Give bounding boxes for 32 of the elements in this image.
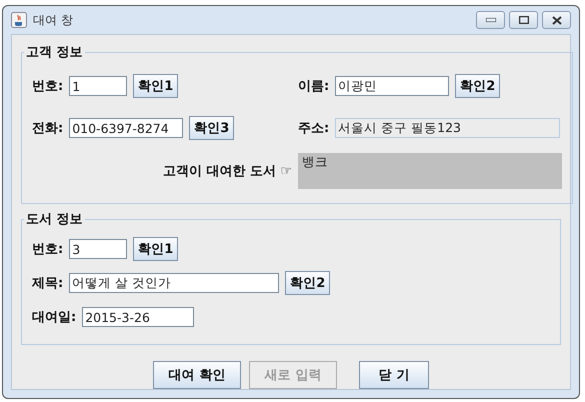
close-icon xyxy=(552,16,562,24)
close-button[interactable] xyxy=(542,11,571,29)
confirm-button[interactable]: 확인1 xyxy=(133,237,178,261)
field-label: 번호: xyxy=(32,78,64,95)
action-button[interactable]: 닫 기 xyxy=(359,361,429,389)
confirm-button[interactable]: 확인3 xyxy=(189,116,234,140)
field-label: 주소: xyxy=(298,120,330,137)
confirm-button[interactable]: 확인2 xyxy=(455,74,500,98)
java-cup-icon xyxy=(11,12,27,28)
window-title: 대여 창 xyxy=(33,12,73,28)
field-label: 이름: xyxy=(298,78,330,95)
confirm-button[interactable]: 확인1 xyxy=(133,74,178,98)
field-label: 제목: xyxy=(32,275,64,292)
field-label: 번호: xyxy=(32,241,64,258)
confirm-button[interactable]: 확인2 xyxy=(285,271,330,295)
group-title: 도서 정보 xyxy=(25,211,84,228)
input-field[interactable]: 2015-3-26 xyxy=(82,307,194,327)
maximize-icon xyxy=(518,16,528,24)
maximize-button[interactable] xyxy=(509,11,538,29)
input-field[interactable]: 어떻게 살 것인가 xyxy=(69,273,280,293)
field-label: 대여일: xyxy=(32,309,76,326)
input-field[interactable]: 3 xyxy=(69,239,128,259)
group-title: 고객 정보 xyxy=(25,44,84,61)
field-label: 전화: xyxy=(32,120,64,137)
minimize-button[interactable] xyxy=(476,11,505,29)
input-field[interactable]: 1 xyxy=(69,76,128,96)
input-field[interactable]: 010-6397-8274 xyxy=(69,118,184,138)
input-field[interactable]: 이광민 xyxy=(335,76,450,96)
minimize-icon xyxy=(486,18,496,22)
action-button[interactable]: 대여 확인 xyxy=(153,361,241,389)
field-label: 고객이 대여한 도서 ☞ xyxy=(162,163,292,180)
list-item[interactable]: 뱅크 xyxy=(302,154,558,171)
